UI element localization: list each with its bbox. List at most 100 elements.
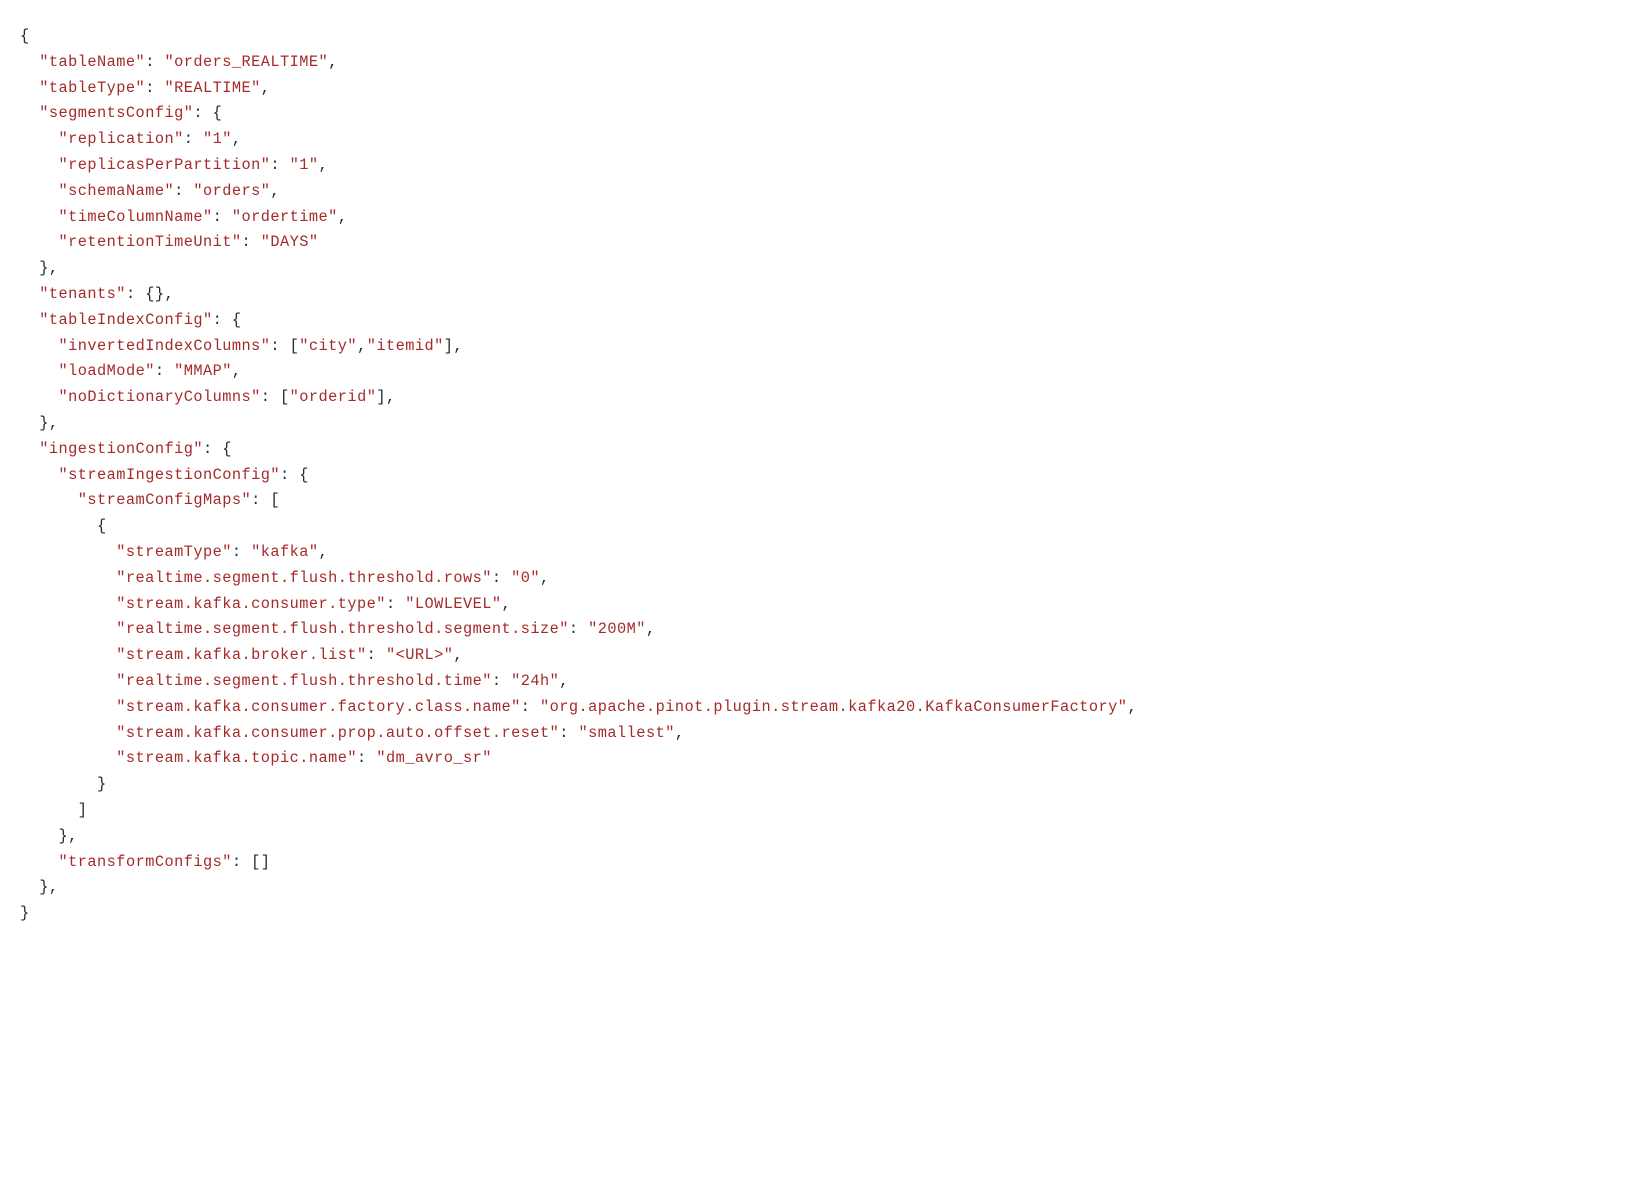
string-token: "replicasPerPartition": [59, 156, 271, 174]
punct-token: : {},: [126, 285, 174, 303]
code-line: "stream.kafka.consumer.type": "LOWLEVEL"…: [20, 595, 511, 613]
code-line: "streamIngestionConfig": {: [20, 466, 309, 484]
punct-token: :: [213, 208, 232, 226]
punct-token: ,: [1127, 698, 1137, 716]
punct-token: ]: [20, 801, 87, 819]
punct-token: [20, 53, 39, 71]
punct-token: [20, 182, 59, 200]
punct-token: ],: [444, 337, 463, 355]
punct-token: [20, 208, 59, 226]
punct-token: ,: [540, 569, 550, 587]
punct-token: :: [155, 362, 174, 380]
string-token: "timeColumnName": [59, 208, 213, 226]
string-token: "noDictionaryColumns": [59, 388, 261, 406]
punct-token: {: [20, 517, 107, 535]
punct-token: ,: [559, 672, 569, 690]
punct-token: }: [20, 775, 107, 793]
punct-token: [20, 569, 116, 587]
string-token: "tenants": [39, 285, 126, 303]
code-line: "streamConfigMaps": [: [20, 491, 280, 509]
punct-token: [20, 543, 116, 561]
string-token: "ingestionConfig": [39, 440, 203, 458]
punct-token: ,: [675, 724, 685, 742]
code-line: "segmentsConfig": {: [20, 104, 222, 122]
code-line: "replicasPerPartition": "1",: [20, 156, 328, 174]
string-token: "realtime.segment.flush.threshold.time": [116, 672, 492, 690]
string-token: "segmentsConfig": [39, 104, 193, 122]
punct-token: ,: [232, 130, 242, 148]
code-line: "noDictionaryColumns": ["orderid"],: [20, 388, 396, 406]
punct-token: ,: [646, 620, 656, 638]
punct-token: [20, 595, 116, 613]
punct-token: [20, 285, 39, 303]
punct-token: },: [20, 414, 59, 432]
punct-token: [20, 104, 39, 122]
string-token: "1": [203, 130, 232, 148]
string-token: "0": [511, 569, 540, 587]
code-line: "timeColumnName": "ordertime",: [20, 208, 347, 226]
string-token: "ordertime": [232, 208, 338, 226]
punct-token: [20, 749, 116, 767]
string-token: "LOWLEVEL": [405, 595, 501, 613]
punct-token: :: [270, 156, 289, 174]
punct-token: ,: [453, 646, 463, 664]
code-line: },: [20, 827, 78, 845]
string-token: "200M": [588, 620, 646, 638]
punct-token: ,: [502, 595, 512, 613]
string-token: "orders_REALTIME": [164, 53, 328, 71]
string-token: "realtime.segment.flush.threshold.segmen…: [116, 620, 569, 638]
code-block: { "tableName": "orders_REALTIME", "table…: [0, 0, 1626, 951]
code-line: "realtime.segment.flush.threshold.segmen…: [20, 620, 656, 638]
code-line: "streamType": "kafka",: [20, 543, 328, 561]
punct-token: ,: [357, 337, 367, 355]
string-token: "stream.kafka.topic.name": [116, 749, 357, 767]
code-line: "stream.kafka.topic.name": "dm_avro_sr": [20, 749, 492, 767]
string-token: "stream.kafka.consumer.prop.auto.offset.…: [116, 724, 559, 742]
code-line: {: [20, 27, 30, 45]
punct-token: [20, 491, 78, 509]
code-line: "realtime.segment.flush.threshold.rows":…: [20, 569, 550, 587]
string-token: "dm_avro_sr": [376, 749, 492, 767]
punct-token: ,: [261, 79, 271, 97]
punct-token: [20, 853, 59, 871]
code-line: "loadMode": "MMAP",: [20, 362, 242, 380]
string-token: "tableType": [39, 79, 145, 97]
punct-token: [20, 698, 116, 716]
punct-token: },: [20, 878, 59, 896]
punct-token: ],: [376, 388, 395, 406]
punct-token: :: [232, 543, 251, 561]
string-token: "streamConfigMaps": [78, 491, 251, 509]
string-token: "24h": [511, 672, 559, 690]
code-line: }: [20, 904, 30, 922]
code-line: "retentionTimeUnit": "DAYS": [20, 233, 319, 251]
code-line: "tableName": "orders_REALTIME",: [20, 53, 338, 71]
string-token: "kafka": [251, 543, 318, 561]
string-token: "replication": [59, 130, 184, 148]
string-token: "stream.kafka.consumer.type": [116, 595, 386, 613]
punct-token: : {: [280, 466, 309, 484]
code-line: "stream.kafka.consumer.prop.auto.offset.…: [20, 724, 684, 742]
punct-token: }: [20, 904, 30, 922]
punct-token: ,: [319, 156, 329, 174]
string-token: "1": [290, 156, 319, 174]
string-token: "transformConfigs": [59, 853, 232, 871]
string-token: "stream.kafka.broker.list": [116, 646, 366, 664]
punct-token: :: [145, 53, 164, 71]
string-token: "stream.kafka.consumer.factory.class.nam…: [116, 698, 520, 716]
punct-token: [20, 337, 59, 355]
punct-token: :: [492, 569, 511, 587]
punct-token: :: [569, 620, 588, 638]
punct-token: : [: [270, 337, 299, 355]
punct-token: [20, 672, 116, 690]
string-token: "invertedIndexColumns": [59, 337, 271, 355]
code-line: "replication": "1",: [20, 130, 242, 148]
code-line: "invertedIndexColumns": ["city","itemid"…: [20, 337, 463, 355]
code-line: }: [20, 775, 107, 793]
code-line: "schemaName": "orders",: [20, 182, 280, 200]
punct-token: : {: [213, 311, 242, 329]
string-token: "org.apache.pinot.plugin.stream.kafka20.…: [540, 698, 1127, 716]
punct-token: : []: [232, 853, 271, 871]
code-line: "transformConfigs": []: [20, 853, 270, 871]
string-token: "realtime.segment.flush.threshold.rows": [116, 569, 492, 587]
punct-token: ,: [319, 543, 329, 561]
